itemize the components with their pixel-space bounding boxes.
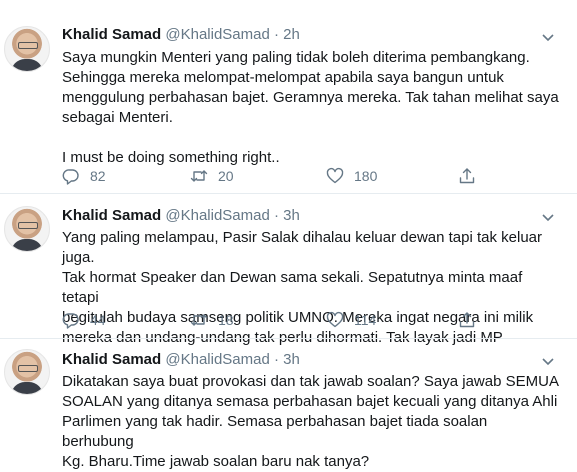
author-handle[interactable]: @KhalidSamad xyxy=(165,207,269,224)
chevron-down-icon[interactable] xyxy=(540,209,556,225)
like-button[interactable]: 180 xyxy=(326,166,377,186)
tweet[interactable]: Khalid Samad @KhalidSamad · 2h Saya mung… xyxy=(0,0,577,192)
separator-dot: · xyxy=(274,207,279,224)
author-handle[interactable]: @KhalidSamad xyxy=(165,351,269,368)
retweet-icon xyxy=(190,170,208,182)
avatar[interactable] xyxy=(4,206,50,252)
author-handle[interactable]: @KhalidSamad xyxy=(165,26,269,43)
tweet[interactable]: Khalid Samad @KhalidSamad · 3h Dikatakan… xyxy=(0,339,577,470)
author-name[interactable]: Khalid Samad xyxy=(62,26,161,43)
tweet-text: Saya mungkin Menteri yang paling tidak b… xyxy=(62,49,559,166)
tweet-header: Khalid Samad @KhalidSamad · 2h xyxy=(62,26,300,44)
tweet-text: Yang paling melampau, Pasir Salak dihala… xyxy=(62,229,543,346)
author-name[interactable]: Khalid Samad xyxy=(62,351,161,368)
retweet-count: 18 xyxy=(218,312,234,328)
like-count: 114 xyxy=(354,312,377,328)
tweet-text: Dikatakan saya buat provokasi dan tak ja… xyxy=(62,373,559,470)
heart-icon xyxy=(326,311,344,328)
share-button[interactable] xyxy=(458,166,476,186)
heart-icon xyxy=(326,167,344,184)
timestamp[interactable]: 3h xyxy=(283,351,300,368)
retweet-count: 20 xyxy=(218,168,234,184)
chevron-down-icon[interactable] xyxy=(540,353,556,369)
like-count: 180 xyxy=(354,168,378,184)
separator-dot: · xyxy=(274,351,279,368)
reply-icon xyxy=(62,313,79,329)
reply-button[interactable]: 44 xyxy=(62,310,106,330)
separator-dot: · xyxy=(274,26,279,43)
timestamp[interactable]: 2h xyxy=(283,26,300,43)
share-icon xyxy=(459,312,475,328)
tweet-header: Khalid Samad @KhalidSamad · 3h xyxy=(62,351,300,369)
like-button[interactable]: 114 xyxy=(326,310,376,330)
reply-count: 82 xyxy=(90,168,106,184)
avatar[interactable] xyxy=(4,349,50,395)
chevron-down-icon[interactable] xyxy=(540,29,556,45)
author-name[interactable]: Khalid Samad xyxy=(62,207,161,224)
share-button[interactable] xyxy=(458,310,476,330)
avatar[interactable] xyxy=(4,26,50,72)
reply-icon xyxy=(62,169,79,185)
tweet-header: Khalid Samad @KhalidSamad · 3h xyxy=(62,207,300,225)
tweet[interactable]: Khalid Samad @KhalidSamad · 3h Yang pali… xyxy=(0,194,577,346)
reply-count: 44 xyxy=(90,312,106,328)
reply-button[interactable]: 82 xyxy=(62,166,106,186)
timestamp[interactable]: 3h xyxy=(283,207,300,224)
retweet-button[interactable]: 18 xyxy=(190,310,234,330)
retweet-icon xyxy=(190,314,208,326)
retweet-button[interactable]: 20 xyxy=(190,166,234,186)
share-icon xyxy=(459,168,475,184)
